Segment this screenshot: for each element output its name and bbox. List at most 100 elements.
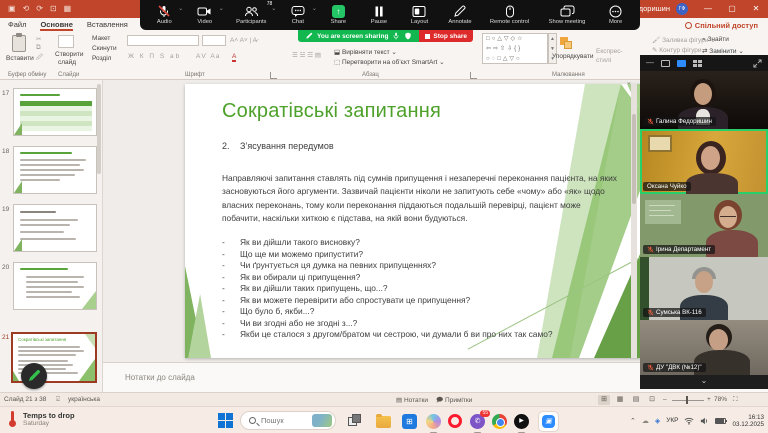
speaker-view-icon[interactable]	[661, 60, 670, 67]
annotate-button[interactable]: Annotate	[443, 0, 477, 30]
show-meeting-button[interactable]: Show meeting	[542, 0, 592, 30]
accessibility-icon[interactable]: ⍃	[56, 396, 60, 404]
audio-button[interactable]: Audio⌄	[147, 0, 181, 30]
minimize-panel-icon[interactable]: —	[646, 55, 654, 71]
thumbnail-scrollbar[interactable]	[97, 84, 101, 174]
slide-sorter-view-button[interactable]: ▦	[614, 395, 626, 405]
participant-tile[interactable]: Ірина Департамент	[640, 194, 768, 257]
participant-tile[interactable]: Сумська ВК-116	[640, 257, 768, 320]
zoom-level[interactable]: 78%	[714, 396, 727, 403]
taskbar-search[interactable]: Пошук	[240, 411, 336, 430]
paste-button[interactable]: Вставити	[6, 55, 34, 62]
copy-icon[interactable]: ⧉	[36, 44, 41, 52]
location-icon[interactable]: ◈	[655, 417, 660, 425]
notes-toggle[interactable]: ▤ Нотатки	[396, 396, 428, 404]
stop-share-button[interactable]: Stop share	[419, 30, 473, 42]
format-painter-icon[interactable]: 🖉	[36, 53, 43, 64]
weather-widget[interactable]: Temps to drop Saturday	[8, 410, 75, 428]
slide-thumbnail-18[interactable]	[13, 146, 97, 194]
tab-insert[interactable]: Вставлення	[87, 18, 128, 31]
new-slide-button-line2[interactable]: слайд	[58, 59, 76, 66]
tray-expand-icon[interactable]: ⌃	[630, 417, 636, 425]
browser-icon[interactable]	[448, 414, 462, 428]
paste-icon[interactable]	[12, 35, 26, 52]
find-button[interactable]: ⌕ Знайти	[702, 36, 729, 44]
undo-icon[interactable]: ⟲	[23, 0, 30, 18]
font-color-button[interactable]: А	[232, 53, 236, 62]
new-slide-icon[interactable]	[58, 35, 74, 48]
keyboard-language[interactable]: УКР	[666, 417, 678, 424]
chrome-icon[interactable]	[492, 414, 507, 429]
normal-view-button[interactable]: ⊞	[598, 395, 610, 405]
volume-icon[interactable]	[700, 417, 709, 425]
font-dialog-launcher[interactable]	[270, 72, 277, 79]
layout-button[interactable]: Макет	[92, 35, 110, 42]
slideshow-view-button[interactable]: ⊡	[646, 395, 658, 405]
participant-tile[interactable]: Галина Федоришин	[640, 71, 768, 129]
wifi-icon[interactable]	[684, 417, 694, 425]
chevron-down-icon[interactable]: ⌄	[178, 5, 183, 12]
redo-icon[interactable]: ⟳	[36, 0, 43, 18]
annotation-pen-button[interactable]	[21, 363, 47, 389]
battery-icon[interactable]	[715, 418, 726, 424]
font-name-select[interactable]	[127, 35, 199, 46]
quick-styles-button[interactable]: Експрес-	[596, 48, 623, 55]
clock[interactable]: 16:13 03.12.2025	[732, 414, 764, 428]
arrange-button[interactable]: Упорядкувати	[552, 53, 593, 60]
slide-title[interactable]: Сократівські запитання	[222, 100, 441, 123]
tab-home[interactable]: Основне	[40, 18, 72, 31]
editor-scrollbar[interactable]	[631, 84, 637, 358]
participant-tile-active-speaker[interactable]: Оксана Чуйко	[640, 129, 768, 194]
slide-thumbnail-17[interactable]	[13, 88, 97, 136]
new-slide-button[interactable]: Створити	[55, 51, 84, 58]
viber-icon[interactable]: ✆55	[470, 414, 485, 429]
chevron-down-icon[interactable]: ⌄	[312, 5, 317, 12]
video-button[interactable]: Video⌄	[188, 0, 222, 30]
cut-icon[interactable]: ✂	[36, 35, 41, 43]
font-style-buttons[interactable]: Ж К П S ab	[128, 53, 181, 60]
quick-styles-line2[interactable]: стилі	[596, 57, 611, 64]
more-participants-chevron[interactable]: ⌄	[640, 375, 768, 389]
more-button[interactable]: More	[599, 0, 633, 30]
share-button[interactable]: ↑ Share	[321, 0, 355, 30]
section-button[interactable]: Розділ	[92, 55, 111, 62]
grid-view-icon[interactable]	[693, 60, 702, 67]
slide-thumbnail-20[interactable]	[13, 262, 97, 310]
layout-button-meeting[interactable]: Layout	[402, 0, 436, 30]
onedrive-icon[interactable]: ☁	[642, 417, 649, 425]
smartart-button[interactable]: ⬚ Перетворити на об’єкт SmartArt ⌄	[334, 58, 445, 66]
save-icon[interactable]: ▣	[8, 0, 16, 18]
presenter-icon[interactable]: ▦	[64, 0, 72, 18]
copilot-icon[interactable]	[426, 414, 441, 429]
restore-button[interactable]: ▢	[720, 0, 744, 18]
microsoft-store-icon[interactable]: ⊞	[402, 414, 417, 429]
shape-outline-button[interactable]: ✎ Контур фігури ⌄	[652, 46, 709, 54]
expand-panel-icon[interactable]	[753, 59, 762, 68]
slide-paragraph[interactable]: Направляючі запитання ставлять під сумні…	[222, 172, 620, 226]
slide-bullet-list[interactable]: -Як ви дійшли такого висновку? -Що ще ми…	[222, 237, 632, 341]
slide-thumbnail-19[interactable]	[13, 204, 97, 252]
search-highlight-image[interactable]	[312, 414, 332, 427]
slide-canvas[interactable]: Сократівські запитання 2. З’ясування пер…	[185, 84, 645, 358]
remote-control-button[interactable]: Remote control	[484, 0, 536, 30]
chevron-down-icon[interactable]: ⌄	[219, 5, 224, 12]
zoom-out-button[interactable]: –	[663, 396, 667, 403]
participant-tile[interactable]: ДУ "ДВК (№12)"	[640, 320, 768, 375]
font-size-select[interactable]	[202, 35, 226, 46]
avatar[interactable]: ГФ	[676, 3, 688, 15]
reset-button[interactable]: Скинути	[92, 45, 117, 52]
slide-subtitle-number[interactable]: 2.	[222, 141, 230, 151]
reading-view-button[interactable]: ▤	[630, 395, 642, 405]
language-indicator[interactable]: українська	[68, 396, 100, 403]
case-spacing-buttons[interactable]: АѴ Аа	[196, 53, 220, 60]
align-buttons[interactable]: ☰ ☱ ☲ ▤	[292, 51, 321, 59]
replace-button[interactable]: ⇄ Замінити ⌄	[702, 47, 744, 55]
slide-subtitle[interactable]: З’ясування передумов	[240, 141, 334, 151]
align-text-button[interactable]: ⬓ Вирівняти текст ⌄	[334, 48, 397, 56]
shapes-gallery[interactable]: □○△▽◇☆⇦⇨⇧⇩{}○◌□△▽○	[482, 33, 548, 64]
file-explorer-icon[interactable]	[376, 416, 391, 428]
close-button[interactable]: ✕	[744, 0, 768, 18]
paragraph-dialog-launcher[interactable]	[470, 72, 477, 79]
media-player-icon[interactable]: ▶	[514, 414, 529, 429]
zoom-slider[interactable]	[672, 400, 704, 401]
